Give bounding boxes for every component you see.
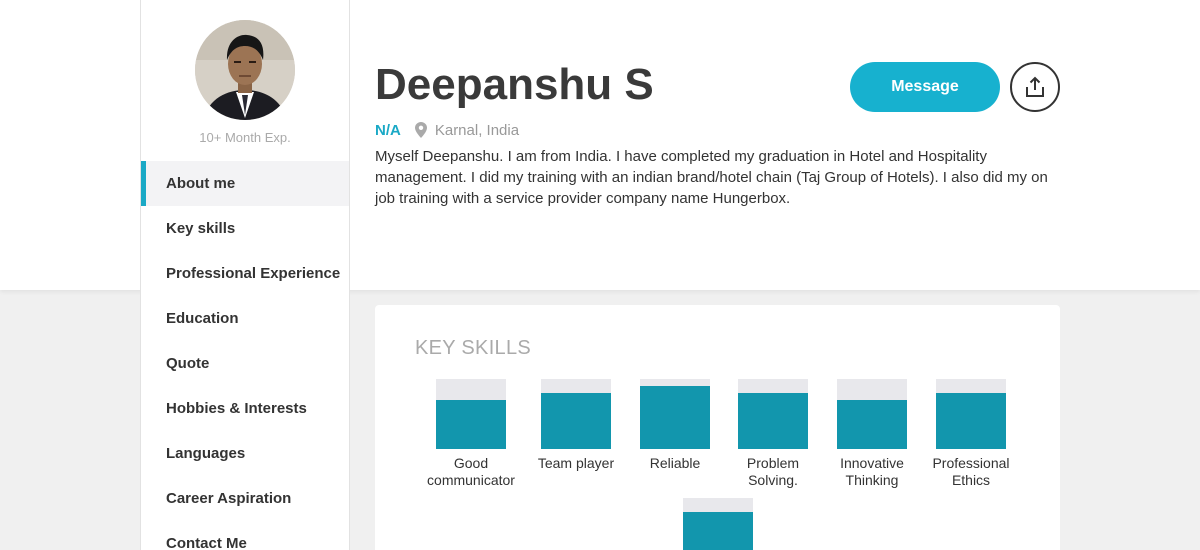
sidebar-item-contact-me[interactable]: Contact Me: [141, 521, 349, 550]
sidebar-item-hobbies-interests[interactable]: Hobbies & Interests: [141, 386, 349, 431]
experience-label: 10+ Month Exp.: [199, 130, 291, 145]
skill-item: Team player: [526, 379, 626, 472]
skill-level-bar: [936, 379, 1006, 449]
key-skills-card: KEY SKILLS Good communicator Team player R…: [375, 305, 1060, 550]
sidebar-item-languages[interactable]: Languages: [141, 431, 349, 476]
message-button[interactable]: Message: [850, 62, 1000, 112]
profile-name: Deepanshu S: [375, 60, 654, 109]
profile-role: N/A: [375, 121, 401, 139]
skill-level-fill: [436, 400, 506, 449]
skill-level-bar: [837, 379, 907, 449]
skill-item: Innovative Thinking: [822, 379, 922, 489]
sidebar-item-about-me[interactable]: About me: [141, 161, 349, 206]
skill-level-bar: [436, 379, 506, 449]
skill-level-fill: [541, 393, 611, 449]
skill-label: Professional Ethics: [932, 455, 1010, 488]
skill-level-fill: [936, 393, 1006, 449]
sidebar-item-quote[interactable]: Quote: [141, 341, 349, 386]
sidebar-nav: About me Key skills Professional Experie…: [141, 161, 349, 550]
skill-item: [668, 498, 768, 550]
skill-level-fill: [837, 400, 907, 449]
profile-location: Karnal, India: [434, 121, 520, 139]
share-upload-icon: [1026, 76, 1044, 97]
skill-level-fill: [683, 512, 753, 550]
sidebar-item-key-skills[interactable]: Key skills: [141, 206, 349, 251]
skill-item: Good communicator: [421, 379, 521, 489]
skill-level-fill: [640, 386, 710, 449]
location-pin-icon: [414, 122, 427, 138]
skill-label: Reliable: [649, 455, 701, 471]
skill-level-bar: [640, 379, 710, 449]
key-skills-title: KEY SKILLS: [415, 337, 532, 359]
skill-label: Innovative Thinking: [840, 455, 904, 488]
skill-level-bar: [738, 379, 808, 449]
sidebar-item-education[interactable]: Education: [141, 296, 349, 341]
sidebar: 10+ Month Exp. About me Key skills Profe…: [140, 0, 350, 550]
sidebar-item-career-aspiration[interactable]: Career Aspiration: [141, 476, 349, 521]
skill-item: Professional Ethics: [921, 379, 1021, 489]
profile-meta: N/A Karnal, India: [375, 120, 519, 140]
skill-level-fill: [738, 393, 808, 449]
skill-label: Team player: [537, 455, 615, 471]
skill-level-bar: [683, 498, 753, 550]
skill-level-bar: [541, 379, 611, 449]
share-button[interactable]: [1010, 62, 1060, 112]
avatar: [195, 20, 295, 120]
sidebar-item-professional-experience[interactable]: Professional Experience: [141, 251, 349, 296]
skill-label: Good communicator: [427, 455, 515, 488]
skill-item: Problem Solving.: [723, 379, 823, 489]
skill-label: Problem Solving.: [746, 455, 800, 488]
profile-bio: Myself Deepanshu. I am from India. I hav…: [375, 148, 1048, 207]
skill-item: Reliable: [625, 379, 725, 472]
